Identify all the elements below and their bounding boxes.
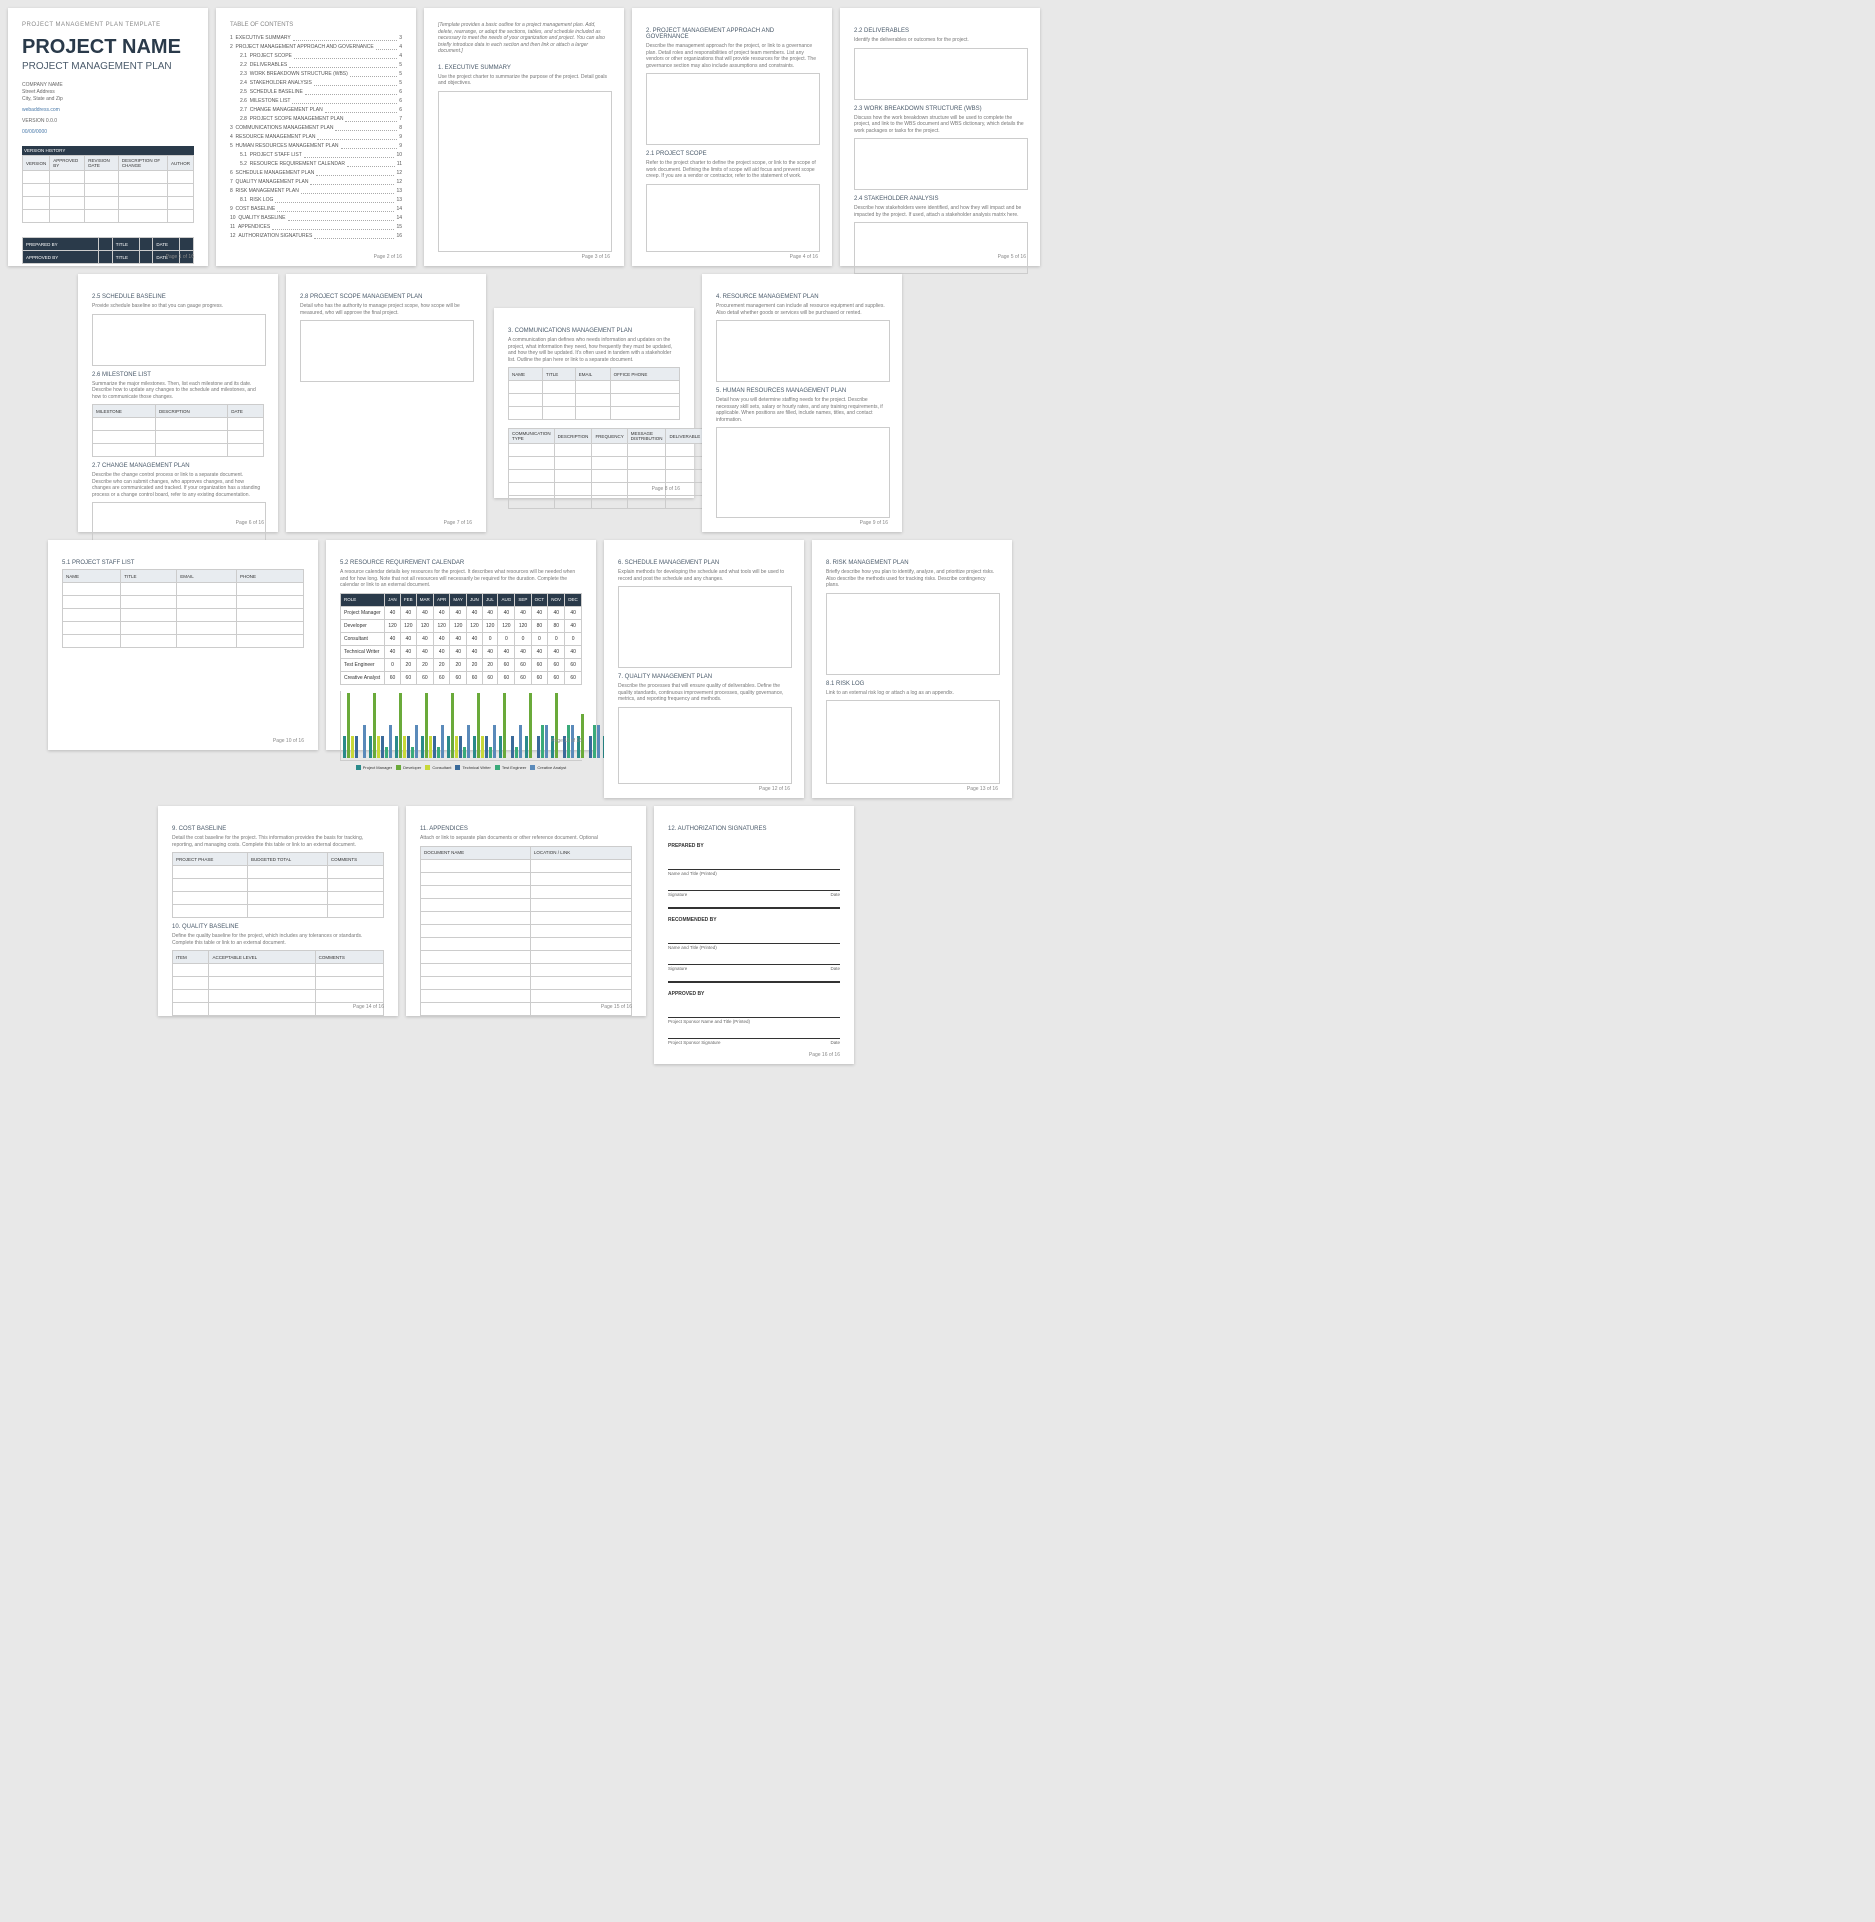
page-14: 9. COST BASELINE Detail the cost baselin… — [158, 806, 398, 1016]
company-meta: COMPANY NAMEStreet AddressCity, State an… — [22, 82, 194, 136]
page-number: Page 13 of 16 — [967, 786, 998, 792]
page-8: 3. COMMUNICATIONS MANAGEMENT PLAN A comm… — [494, 308, 694, 498]
page-9: 4. RESOURCE MANAGEMENT PLAN Procurement … — [702, 274, 902, 532]
section-wbs: 2.3 WORK BREAKDOWN STRUCTURE (WBS) — [854, 106, 1026, 112]
version-history-title: VERSION HISTORY — [22, 146, 194, 155]
content-box — [646, 73, 820, 145]
page-12: 6. SCHEDULE MANAGEMENT PLAN Explain meth… — [604, 540, 804, 798]
content-box — [854, 48, 1028, 100]
page-5: 2.2 DELIVERABLES Identify the deliverabl… — [840, 8, 1040, 266]
page-number: Page 1 of 16 — [166, 254, 194, 260]
recommended-by-label: RECOMMENDED BY — [668, 917, 840, 923]
page-number: Page 15 of 16 — [601, 1004, 632, 1010]
project-title: PROJECT NAME — [22, 36, 194, 59]
page-number: Page 4 of 16 — [790, 254, 818, 260]
page-1: PROJECT MANAGEMENT PLAN TEMPLATE PROJECT… — [8, 8, 208, 266]
approved-by-label: APPROVED BY — [668, 991, 840, 997]
page-number: Page 8 of 16 — [652, 486, 680, 492]
cost-baseline-table: PROJECT PHASEBUDGETED TOTALCOMMENTS — [172, 852, 384, 918]
page-15: 11. APPENDICES Attach or link to separat… — [406, 806, 646, 1016]
content-box — [438, 91, 612, 253]
page-number: Page 3 of 16 — [582, 254, 610, 260]
toc-heading: TABLE OF CONTENTS — [230, 22, 402, 28]
toc-list: 1 EXECUTIVE SUMMARY32 PROJECT MANAGEMENT… — [230, 34, 402, 241]
milestone-table: MILESTONEDESCRIPTIONDATE — [92, 404, 264, 457]
page-number: Page 12 of 16 — [759, 786, 790, 792]
content-box — [854, 222, 1028, 274]
page-number: Page 2 of 16 — [374, 254, 402, 260]
page-number: Page 16 of 16 — [809, 1052, 840, 1058]
chart-legend: Project ManagerDeveloperConsultantTechni… — [340, 765, 582, 770]
prepared-by-label: PREPARED BY — [668, 843, 840, 849]
staff-table: NAMETITLEEMAILPHONE — [62, 569, 304, 648]
page-number: Page 14 of 16 — [353, 1004, 384, 1010]
project-subtitle: PROJECT MANAGEMENT PLAN — [22, 61, 194, 72]
contacts-table: NAMETITLEEMAILOFFICE PHONE — [508, 367, 680, 420]
section-scope: 2.1 PROJECT SCOPE — [646, 151, 818, 157]
content-box — [854, 138, 1028, 190]
section-deliverables: 2.2 DELIVERABLES — [854, 28, 1026, 34]
page-4: 2. PROJECT MANAGEMENT APPROACH AND GOVER… — [632, 8, 832, 266]
page-7: 2.8 PROJECT SCOPE MANAGEMENT PLAN Detail… — [286, 274, 486, 532]
page-number: Page 11 of 16 — [551, 738, 582, 744]
page-number: Page 9 of 16 — [860, 520, 888, 526]
page-2: TABLE OF CONTENTS 1 EXECUTIVE SUMMARY32 … — [216, 8, 416, 266]
content-box — [646, 184, 820, 253]
section-stakeholder: 2.4 STAKEHOLDER ANALYSIS — [854, 196, 1026, 202]
resource-calendar-table: ROLEJANFEBMARAPRMAYJUNJULAUGSEPOCTNOVDEC… — [340, 593, 582, 685]
page-16: 12. AUTHORIZATION SIGNATURES PREPARED BY… — [654, 806, 854, 1064]
page-number: Page 7 of 16 — [444, 520, 472, 526]
page-11: 5.2 RESOURCE REQUIREMENT CALENDAR A reso… — [326, 540, 596, 750]
page-3: [Template provides a basic outline for a… — [424, 8, 624, 266]
intro-text: [Template provides a basic outline for a… — [438, 22, 610, 55]
version-history-table: VERSIONAPPROVED BYREVISION DATEDESCRIPTI… — [22, 155, 194, 223]
template-label: PROJECT MANAGEMENT PLAN TEMPLATE — [22, 22, 194, 28]
appendices-table: DOCUMENT NAMELOCATION / LINK — [420, 846, 632, 1016]
page-number: Page 10 of 16 — [273, 738, 304, 744]
page-10: 5.1 PROJECT STAFF LIST NAMETITLEEMAILPHO… — [48, 540, 318, 750]
resource-bar-chart — [340, 691, 582, 761]
page-6: 2.5 SCHEDULE BASELINE Provide schedule b… — [78, 274, 278, 532]
section-approach: 2. PROJECT MANAGEMENT APPROACH AND GOVER… — [646, 28, 818, 40]
section-executive-summary: 1. EXECUTIVE SUMMARY — [438, 65, 610, 71]
page-number: Page 5 of 16 — [998, 254, 1026, 260]
page-13: 8. RISK MANAGEMENT PLAN Briefly describe… — [812, 540, 1012, 798]
page-number: Page 6 of 16 — [236, 520, 264, 526]
